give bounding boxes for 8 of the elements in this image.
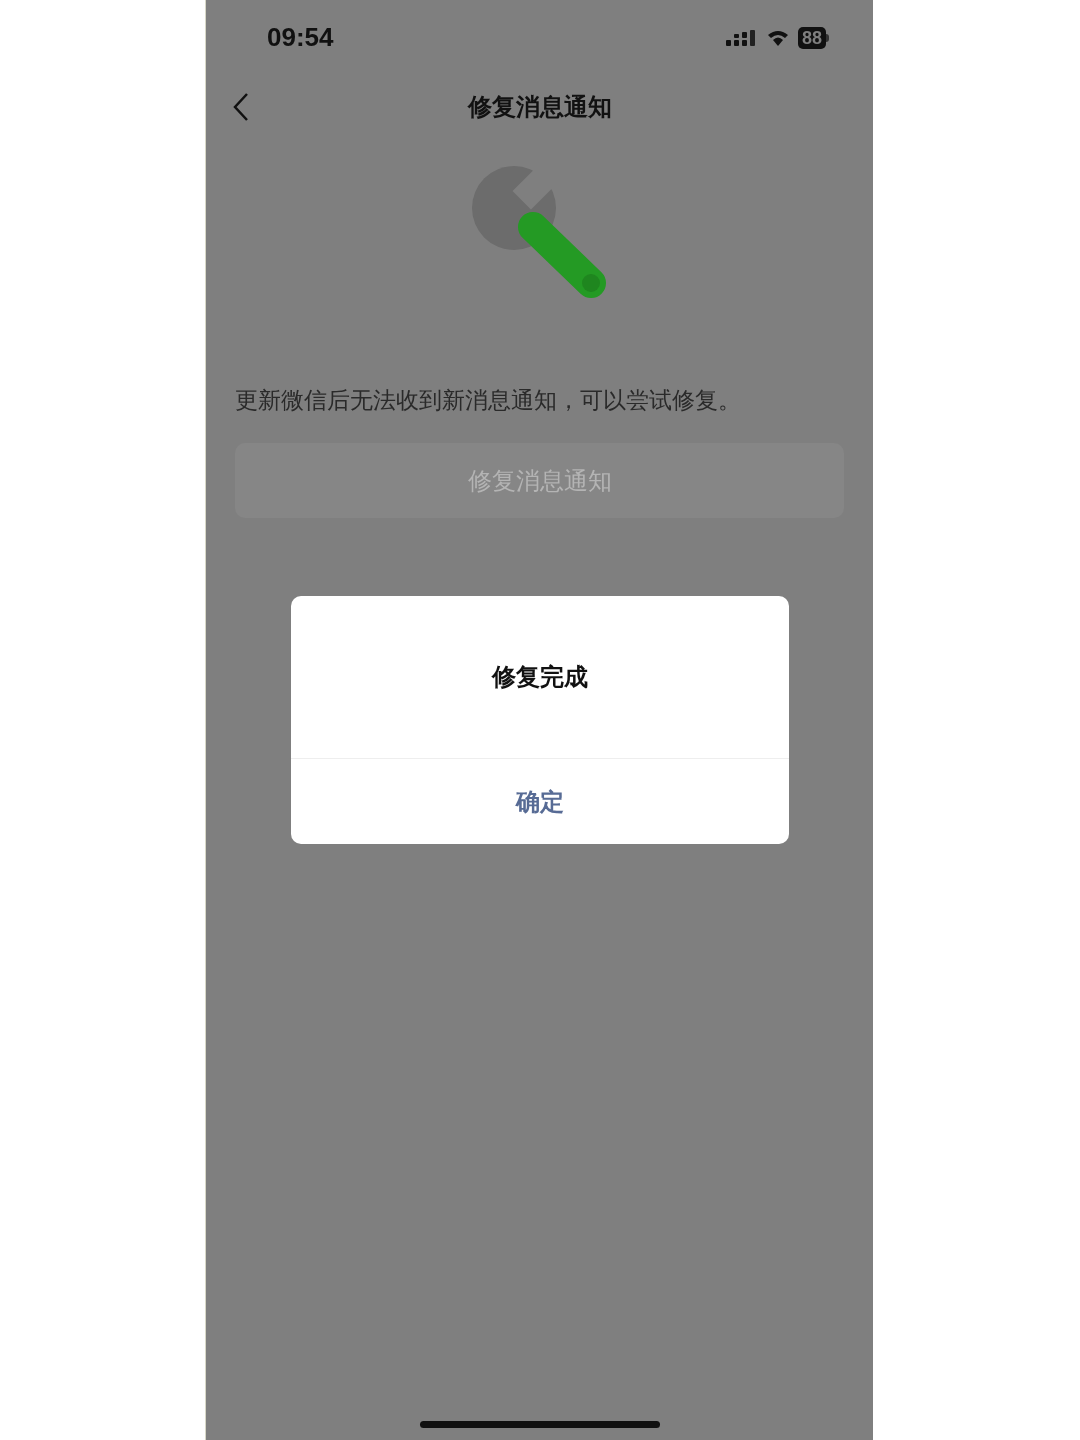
dialog-title: 修复完成 [492, 662, 588, 692]
back-icon[interactable] [232, 92, 250, 122]
battery-indicator: 88 [797, 26, 829, 49]
description-text: 更新微信后无法收到新消息通知，可以尝试修复。 [234, 386, 742, 415]
status-time: 09:54 [267, 21, 334, 54]
signal-icon [725, 27, 758, 48]
confirm-button[interactable]: 确定 [291, 759, 789, 844]
page-title: 修复消息通知 [467, 92, 612, 122]
